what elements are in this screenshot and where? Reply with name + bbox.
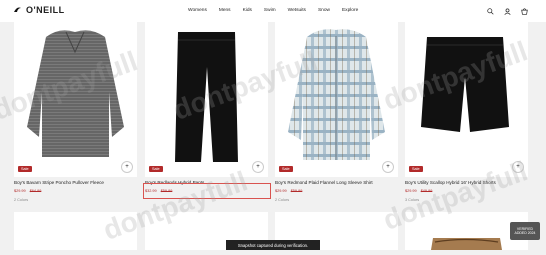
product-title[interactable]: Boy's Redmond Plaid Flannel Long Sleeve … — [275, 180, 373, 185]
product-price: $29.99 $59.99 — [275, 189, 302, 193]
brand-logo[interactable]: O'NEILL — [13, 5, 65, 15]
site-header: O'NEILL Womens Mens Kids Swim Wetsuits S… — [0, 0, 546, 22]
add-to-cart-button[interactable]: + — [252, 161, 264, 173]
sale-price: $29.99 — [405, 189, 417, 193]
highlight-box — [143, 183, 271, 199]
product-image[interactable] — [14, 22, 137, 177]
flannel-shirt-image — [288, 29, 385, 160]
product-card[interactable]: Sale + Boy's Bavarn Stripe Poncho Pullov… — [14, 22, 137, 202]
product-image[interactable] — [275, 22, 398, 177]
brand-name: O'NEILL — [26, 5, 65, 15]
nav-item-snow[interactable]: Snow — [318, 8, 330, 13]
product-price: $29.99 $64.99 — [14, 189, 41, 193]
hybrid-pants-image — [175, 32, 238, 162]
snapshot-banner: Snapshot captured during verification. — [226, 240, 320, 250]
product-title[interactable]: Boy's Bavarn Stripe Poncho Pullover Flee… — [14, 180, 104, 185]
sale-price: $29.99 — [275, 189, 287, 193]
add-to-cart-button[interactable]: + — [121, 161, 133, 173]
product-price: $29.99 $49.99 — [405, 189, 432, 193]
nav-item-explore[interactable]: Explore — [342, 8, 358, 13]
verified-badge: VERIFIED ADDED 2024 — [510, 222, 540, 240]
fleece-pullover-image — [27, 30, 124, 158]
main-nav: Womens Mens Kids Swim Wetsuits Snow Expl… — [188, 8, 358, 13]
verified-badge-line2: ADDED 2024 — [514, 231, 536, 235]
sale-badge: Sale — [18, 166, 32, 172]
product-card[interactable] — [14, 212, 137, 250]
product-card[interactable]: Sale + Boy's Redlands Hybrid Pants $32.9… — [145, 22, 268, 200]
add-to-cart-button[interactable]: + — [512, 161, 524, 173]
color-count: 2 Colors — [275, 198, 290, 202]
color-count: 2 Colors — [14, 198, 29, 202]
original-price: $49.99 — [420, 189, 433, 193]
nav-item-mens[interactable]: Mens — [219, 8, 231, 13]
nav-item-womens[interactable]: Womens — [188, 8, 207, 13]
user-icon[interactable] — [504, 8, 511, 15]
product-image[interactable] — [405, 22, 528, 177]
nav-item-swim[interactable]: Swim — [264, 8, 276, 13]
sale-badge: Sale — [279, 166, 293, 172]
color-count: 3 Colors — [405, 198, 420, 202]
product-card[interactable]: Sale + Boy's Utility Scallop Hybrid 16' … — [405, 22, 528, 202]
product-title[interactable]: Boy's Utility Scallop Hybrid 16' Hybrid … — [405, 180, 496, 185]
nav-item-kids[interactable]: Kids — [243, 8, 252, 13]
add-to-cart-button[interactable]: + — [382, 161, 394, 173]
search-icon[interactable] — [487, 8, 494, 15]
header-icons — [487, 8, 528, 15]
wave-logo-icon — [14, 7, 21, 12]
sale-badge: Sale — [149, 166, 163, 172]
sale-price: $29.99 — [14, 189, 26, 193]
cart-icon[interactable] — [521, 8, 528, 15]
hybrid-shorts-image — [421, 37, 509, 132]
product-image[interactable] — [145, 22, 268, 177]
sale-badge: Sale — [409, 166, 423, 172]
original-price: $59.99 — [290, 189, 303, 193]
original-price: $64.99 — [29, 189, 42, 193]
nav-item-wetsuits[interactable]: Wetsuits — [288, 8, 306, 13]
product-card[interactable]: Sale + Boy's Redmond Plaid Flannel Long … — [275, 22, 398, 202]
